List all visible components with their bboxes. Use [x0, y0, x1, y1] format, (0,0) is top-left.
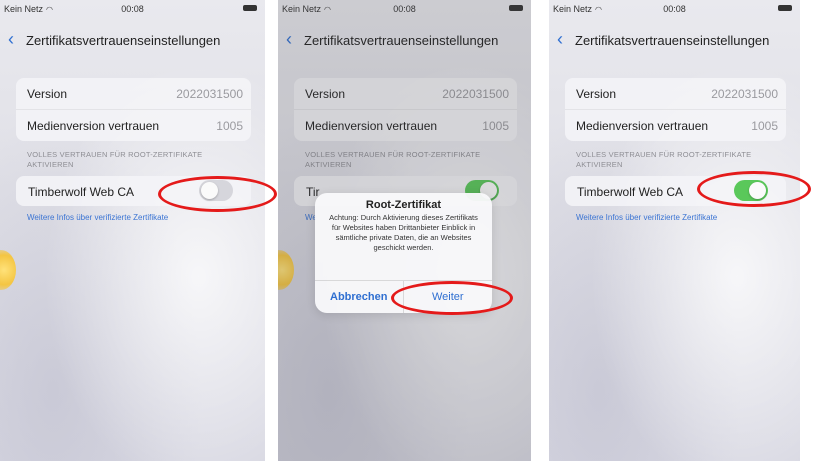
chevron-left-icon[interactable]: ‹ [557, 30, 563, 48]
alert-title: Root-Zertifikat [365, 199, 442, 211]
version-row: Version 2022031500 [16, 78, 251, 109]
battery-icon [778, 5, 792, 11]
certificate-label: Timberwolf Web CA [577, 185, 684, 199]
chevron-left-icon[interactable]: ‹ [8, 30, 14, 48]
certificate-trust-toggle[interactable] [734, 180, 768, 201]
alert-button-bar: Abbrechen Weiter [315, 280, 492, 313]
carrier-label: Kein Netz ◠ [4, 4, 54, 14]
section-header: VOLLES VERTRAUEN FÜR ROOT-ZERTIFIKATE AK… [27, 150, 203, 169]
page-title: Zertifikatsvertrauenseinstellungen [575, 33, 770, 48]
version-row: Version 2022031500 [565, 78, 786, 109]
certificate-row: Timberwolf Web CA [565, 176, 786, 206]
status-bar: Kein Netz ◠ 00:08 [549, 2, 800, 16]
more-info-link[interactable]: Weitere Infos über verifizierte Zertifik… [576, 213, 717, 222]
phone-screen-step-2: Kein Netz ◠ 00:08 ‹ Zertifikatsvertrauens… [278, 0, 531, 461]
trust-store-version-label: Medienversion vertrauen [576, 119, 709, 133]
navigation-bar: ‹ Zertifikatsvertrauenseinstellungen [549, 28, 800, 52]
certificate-row: Timberwolf Web CA [16, 176, 251, 206]
trust-store-version-label: Medienversion vertrauen [27, 119, 160, 133]
trust-store-version-row: Medienversion vertrauen 1005 [565, 109, 786, 141]
wifi-icon: ◠ [46, 5, 54, 14]
more-info-link[interactable]: Weitere Infos über verifizierte Zertifik… [27, 213, 168, 222]
version-value: 2022031500 [176, 87, 243, 101]
toggle-knob [749, 182, 766, 199]
trust-store-version-row: Medienversion vertrauen 1005 [16, 109, 251, 141]
section-header: VOLLES VERTRAUEN FÜR ROOT-ZERTIFIKATE AK… [576, 150, 752, 169]
reflection-highlight [0, 250, 16, 290]
navigation-bar: ‹ Zertifikatsvertrauenseinstellungen [0, 28, 265, 52]
page-title: Zertifikatsvertrauenseinstellungen [26, 33, 221, 48]
root-certificate-alert: Root-Zertifikat Achtung: Durch Aktivieru… [315, 193, 492, 313]
trust-store-version-value: 1005 [751, 119, 778, 133]
wifi-icon: ◠ [595, 5, 603, 14]
status-time: 00:08 [663, 4, 686, 14]
info-group: Version 2022031500 Medienversion vertrau… [16, 78, 251, 141]
info-group: Version 2022031500 Medienversion vertrau… [565, 78, 786, 141]
status-bar: Kein Netz ◠ 00:08 [0, 2, 265, 16]
trust-store-version-value: 1005 [216, 119, 243, 133]
alert-message: Achtung: Durch Aktivierung dieses Zertif… [329, 213, 478, 252]
version-label: Version [27, 87, 68, 101]
continue-button[interactable]: Weiter [404, 281, 493, 313]
phone-screen-step-1: Kein Netz ◠ 00:08 ‹ Zertifikatsvertrauens… [0, 0, 265, 461]
certificate-label: Timberwolf Web CA [28, 185, 135, 199]
battery-icon [243, 5, 257, 11]
toggle-knob [201, 182, 218, 199]
certificate-trust-toggle[interactable] [199, 180, 233, 201]
version-value: 2022031500 [711, 87, 778, 101]
cancel-button[interactable]: Abbrechen [315, 281, 404, 313]
phone-screen-step-3: Kein Netz ◠ 00:08 ‹ Zertifikatsvertrauens… [549, 0, 800, 461]
tutorial-screenshot-strip: Kein Netz ◠ 00:08 ‹ Zertifikatsvertrauens… [0, 0, 814, 461]
version-label: Version [576, 87, 617, 101]
carrier-label: Kein Netz ◠ [553, 4, 603, 14]
status-time: 00:08 [121, 4, 144, 14]
